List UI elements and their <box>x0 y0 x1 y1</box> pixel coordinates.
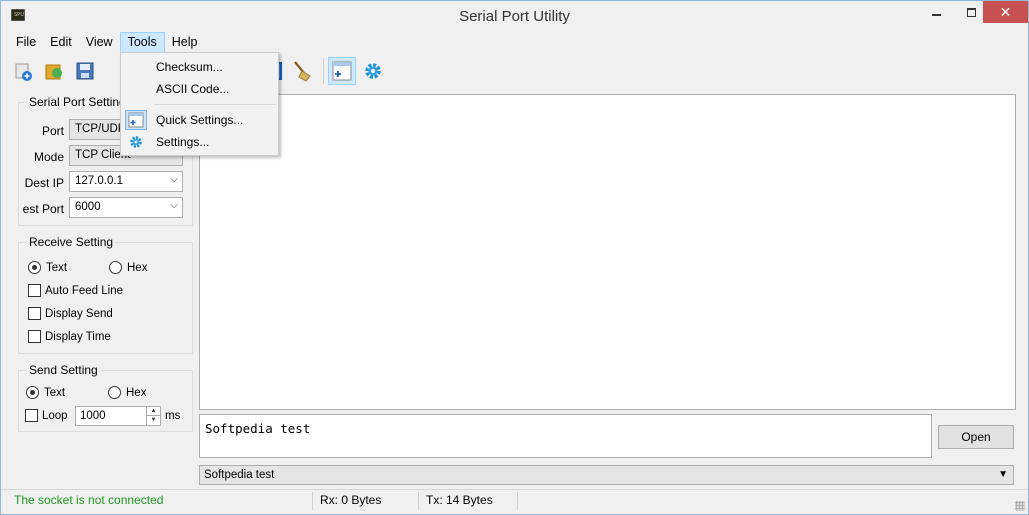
close-button[interactable]: ✕ <box>983 1 1028 23</box>
toolbar-separator <box>323 58 324 84</box>
menu-item-settings[interactable]: Settings... <box>121 132 278 153</box>
new-connection-button[interactable] <box>9 57 37 85</box>
menu-tools[interactable]: Tools <box>119 32 165 53</box>
loop-checkbox[interactable] <box>25 409 38 422</box>
display-time-checkbox[interactable] <box>28 330 41 343</box>
new-connection-icon <box>15 63 32 81</box>
dest-ip-label: Dest IP <box>24 176 64 190</box>
display-time-label: Display Time <box>45 331 111 343</box>
open-button[interactable]: Open <box>938 425 1014 449</box>
port-label: Port <box>41 124 64 138</box>
chevron-down-icon: ⌵ <box>170 200 178 211</box>
loop-label: Loop <box>42 410 68 422</box>
save-icon <box>76 62 94 80</box>
clear-button[interactable] <box>288 57 316 85</box>
menu-file[interactable]: File <box>9 32 43 53</box>
gear-icon <box>125 132 147 152</box>
menu-item-label: Checksum... <box>156 60 223 74</box>
menu-bar: File Edit View Tools Help <box>9 32 204 53</box>
receive-text-label: Text <box>46 262 68 274</box>
serial-port-setting-title: Serial Port Setting <box>27 95 128 109</box>
menu-item-ascii-code[interactable]: ASCII Code... <box>121 79 278 100</box>
status-divider <box>418 492 419 510</box>
open-file-button[interactable] <box>40 57 68 85</box>
tx-count: Tx: 14 Bytes <box>426 493 493 507</box>
auto-feed-line-label: Auto Feed Line <box>45 285 124 297</box>
stepper-up-icon[interactable]: ▲ <box>146 407 160 416</box>
quick-settings-icon <box>332 61 352 81</box>
close-icon: ✕ <box>999 3 1012 20</box>
menu-item-label: Quick Settings... <box>156 113 244 127</box>
send-history-value: Softpedia test <box>204 469 275 481</box>
connection-status: The socket is not connected <box>14 493 164 507</box>
dropdown-arrow-icon: ▼ <box>998 469 1008 480</box>
send-text-label: Text <box>44 387 66 399</box>
menu-view[interactable]: View <box>79 32 120 53</box>
mode-label: Mode <box>33 150 64 164</box>
send-text-area[interactable]: Softpedia test <box>199 414 932 458</box>
gear-icon <box>365 63 381 79</box>
open-file-icon <box>45 64 62 80</box>
loop-interval-value: 1000 <box>80 410 106 422</box>
dest-port-combo[interactable]: 6000 ⌵ <box>69 197 183 218</box>
receive-text-area[interactable] <box>199 94 1016 410</box>
stepper-down-icon[interactable]: ▼ <box>146 416 160 425</box>
resize-grip-icon[interactable] <box>1015 501 1025 511</box>
dest-port-value: 6000 <box>75 201 101 213</box>
send-setting-title: Send Setting <box>27 363 100 377</box>
send-hex-label: Hex <box>126 387 147 399</box>
receive-hex-label: Hex <box>127 262 148 274</box>
quick-settings-icon <box>125 110 147 130</box>
receive-hex-radio[interactable] <box>109 261 122 274</box>
loop-interval-stepper[interactable]: 1000 ▲ ▼ <box>75 406 161 426</box>
receive-setting-title: Receive Setting <box>27 235 116 249</box>
port-value: TCP/UDP <box>75 123 126 135</box>
send-history-combo[interactable]: Softpedia test ▼ <box>199 465 1014 485</box>
tools-menu: Checksum... ASCII Code... Quick Settings… <box>120 52 279 156</box>
title-bar: SPU Serial Port Utility ✕ <box>1 1 1028 32</box>
chevron-down-icon: ⌵ <box>170 174 178 185</box>
auto-feed-line-checkbox[interactable] <box>28 284 41 297</box>
status-divider <box>517 492 518 510</box>
display-send-checkbox[interactable] <box>28 307 41 320</box>
dest-port-label: est Port <box>22 202 64 216</box>
menu-item-label: Settings... <box>156 135 210 149</box>
menu-item-label: ASCII Code... <box>156 82 230 96</box>
menu-item-quick-settings[interactable]: Quick Settings... <box>121 110 278 131</box>
status-divider <box>312 492 313 510</box>
receive-text-radio[interactable] <box>28 261 41 274</box>
settings-button[interactable] <box>359 57 387 85</box>
menu-item-checksum[interactable]: Checksum... <box>121 57 278 78</box>
app-window: SPU Serial Port Utility ✕ File Edit View… <box>0 0 1029 515</box>
quick-settings-button[interactable] <box>328 57 356 85</box>
loop-unit-label: ms <box>165 410 181 422</box>
send-hex-radio[interactable] <box>108 386 121 399</box>
window-title: Serial Port Utility <box>459 8 570 25</box>
save-button[interactable] <box>71 57 99 85</box>
dest-ip-combo[interactable]: 127.0.0.1 ⌵ <box>69 171 183 192</box>
dest-ip-value: 127.0.0.1 <box>75 175 123 187</box>
maximize-icon <box>966 7 976 17</box>
minimize-button[interactable] <box>916 1 956 23</box>
menu-edit[interactable]: Edit <box>43 32 79 53</box>
maximize-button[interactable] <box>956 1 986 23</box>
menu-help[interactable]: Help <box>165 32 205 53</box>
status-bar: The socket is not connected Rx: 0 Bytes … <box>1 489 1028 514</box>
broom-icon <box>294 61 311 82</box>
rx-count: Rx: 0 Bytes <box>320 493 382 507</box>
send-text-radio[interactable] <box>26 386 39 399</box>
minimize-icon <box>931 14 941 16</box>
menu-separator <box>154 104 276 105</box>
display-send-label: Display Send <box>45 308 113 320</box>
